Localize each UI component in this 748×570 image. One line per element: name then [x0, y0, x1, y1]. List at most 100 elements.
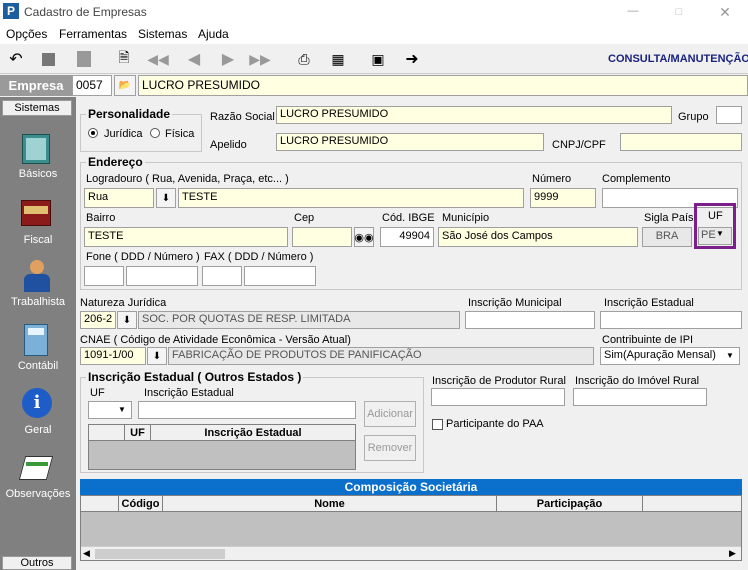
exit-door-icon[interactable]: ➜: [400, 48, 424, 70]
radio-fisica[interactable]: [150, 128, 160, 138]
razao-social-input[interactable]: LUCRO PRESUMIDO: [276, 106, 672, 124]
outros-estados-table: UF Inscrição Estadual: [88, 424, 356, 470]
bairro-input[interactable]: TESTE: [84, 227, 288, 247]
apelido-input[interactable]: LUCRO PRESUMIDO: [276, 133, 544, 151]
outros-uf-dropdown-icon[interactable]: ▼: [118, 405, 126, 414]
save-icon[interactable]: [72, 48, 96, 70]
info-icon[interactable]: i: [18, 386, 54, 422]
fax-ddd-input[interactable]: [202, 266, 242, 286]
sidebar-item-geral[interactable]: Geral: [0, 424, 76, 436]
complemento-label: Complemento: [602, 173, 671, 185]
sidebar-item-fiscal[interactable]: Fiscal: [0, 234, 76, 246]
sigla-pais-input[interactable]: BRA: [642, 227, 692, 247]
insc-municipal-input[interactable]: [465, 311, 595, 329]
close-button[interactable]: ✕: [702, 0, 748, 24]
sidebar-footer[interactable]: Outros: [2, 556, 72, 570]
fax-numero-input[interactable]: [244, 266, 316, 286]
uf-label: UF: [708, 210, 723, 222]
uf-value: PE: [701, 229, 716, 241]
composicao-col-nome: Nome: [163, 496, 497, 512]
radio-fisica-label: Física: [165, 128, 195, 140]
sidebar-item-basicos[interactable]: Básicos: [0, 168, 76, 180]
logradouro-lookup-button[interactable]: ⬇: [156, 188, 176, 208]
cnpj-label: CNPJ/CPF: [552, 139, 606, 151]
composicao-col-participacao: Participação: [497, 496, 643, 512]
fiscal-book-icon[interactable]: [18, 196, 54, 232]
produtor-rural-input[interactable]: [431, 388, 565, 406]
cep-search-button[interactable]: ◉◉: [354, 227, 374, 247]
mode-label: CONSULTA/MANUTENÇÃO: [608, 53, 748, 65]
natureza-label: Natureza Jurídica: [80, 297, 167, 309]
scroll-right-icon[interactable]: ▶: [729, 548, 736, 559]
imovel-rural-input[interactable]: [573, 388, 707, 406]
menu-opcoes[interactable]: Opções: [6, 27, 47, 41]
book-icon[interactable]: [18, 132, 54, 168]
cnpj-input[interactable]: [620, 133, 742, 151]
remover-button[interactable]: Remover: [364, 435, 416, 461]
radio-juridica[interactable]: [88, 128, 98, 138]
natureza-desc: SOC. POR QUOTAS DE RESP. LIMITADA: [138, 311, 460, 329]
folder-icon: 📂: [118, 80, 132, 91]
preview-icon[interactable]: 🗎: [112, 48, 136, 70]
next-record-icon[interactable]: ▶: [216, 48, 240, 70]
cep-input[interactable]: [292, 227, 352, 247]
print-icon[interactable]: ⎙: [292, 48, 316, 70]
scroll-left-icon[interactable]: ◀: [83, 548, 90, 559]
prev-record-icon[interactable]: ◀: [182, 48, 206, 70]
grupo-input[interactable]: [716, 106, 742, 124]
outros-col-uf: UF: [125, 425, 151, 441]
empresa-code[interactable]: 0057: [72, 75, 112, 96]
municipio-input[interactable]: São José dos Campos: [438, 227, 638, 247]
insc-estadual-input[interactable]: [600, 311, 742, 329]
sidebar-header[interactable]: Sistemas: [2, 100, 72, 116]
maximize-button[interactable]: □: [656, 0, 702, 24]
sidebar-item-contabil[interactable]: Contábil: [0, 360, 76, 372]
stop-icon[interactable]: [36, 48, 60, 70]
calculator-tool-icon[interactable]: ▦: [326, 48, 350, 70]
menu-ferramentas[interactable]: Ferramentas: [59, 27, 127, 41]
composicao-hscroll[interactable]: ◀ ▶: [81, 546, 741, 560]
outros-ie-input[interactable]: [138, 401, 356, 419]
numero-label: Número: [532, 173, 572, 185]
paa-checkbox[interactable]: [432, 419, 443, 430]
contribuinte-ipi-label: Contribuinte de IPI: [602, 334, 694, 346]
sidebar-item-observacoes[interactable]: Observações: [0, 488, 76, 500]
first-record-icon[interactable]: ◀◀: [146, 48, 170, 70]
ibge-input[interactable]: 49904: [380, 227, 434, 247]
fone-ddd-input[interactable]: [84, 266, 124, 286]
arrow-down-icon: ⬇: [122, 314, 132, 326]
composicao-col-blank: [81, 496, 119, 512]
calculator-icon[interactable]: [18, 322, 54, 358]
empresa-name[interactable]: LUCRO PRESUMIDO: [138, 75, 748, 96]
cnae-code-input[interactable]: 1091-1/00: [80, 347, 146, 365]
undo-icon[interactable]: ↶: [4, 48, 28, 70]
fone-numero-input[interactable]: [126, 266, 198, 286]
open-folder-button[interactable]: 📂: [114, 75, 136, 96]
worker-icon[interactable]: [18, 258, 54, 294]
logradouro-input[interactable]: TESTE: [178, 188, 524, 208]
uf-dropdown-icon[interactable]: ▼: [716, 229, 724, 238]
razao-social-label: Razão Social: [210, 111, 275, 123]
cnae-lookup-button[interactable]: ⬇: [147, 347, 167, 365]
logradouro-tipo-input[interactable]: Rua: [84, 188, 154, 208]
menu-sistemas[interactable]: Sistemas: [138, 27, 187, 41]
natureza-code-input[interactable]: 206-2: [80, 311, 116, 329]
grupo-label: Grupo: [678, 111, 709, 123]
sidebar-item-trabalhista[interactable]: Trabalhista: [0, 296, 76, 308]
natureza-lookup-button[interactable]: ⬇: [117, 311, 137, 329]
report-icon[interactable]: ▣: [366, 48, 390, 70]
last-record-icon[interactable]: ▶▶: [248, 48, 272, 70]
contribuinte-ipi-dropdown-icon[interactable]: ▼: [726, 351, 734, 360]
notes-icon[interactable]: [18, 450, 54, 486]
contribuinte-ipi-select[interactable]: Sim(Apuração Mensal): [600, 347, 740, 365]
uf-select[interactable]: PE: [698, 227, 732, 245]
insc-municipal-label: Inscrição Municipal: [468, 297, 562, 309]
menu-ajuda[interactable]: Ajuda: [198, 27, 229, 41]
paa-label: Participante do PAA: [446, 418, 544, 430]
adicionar-button[interactable]: Adicionar: [364, 401, 416, 427]
numero-input[interactable]: 9999: [530, 188, 596, 208]
scroll-thumb[interactable]: [95, 549, 225, 559]
municipio-label: Município: [442, 212, 490, 224]
minimize-button[interactable]: —: [610, 0, 656, 24]
produtor-rural-label: Inscrição de Produtor Rural: [432, 375, 566, 387]
